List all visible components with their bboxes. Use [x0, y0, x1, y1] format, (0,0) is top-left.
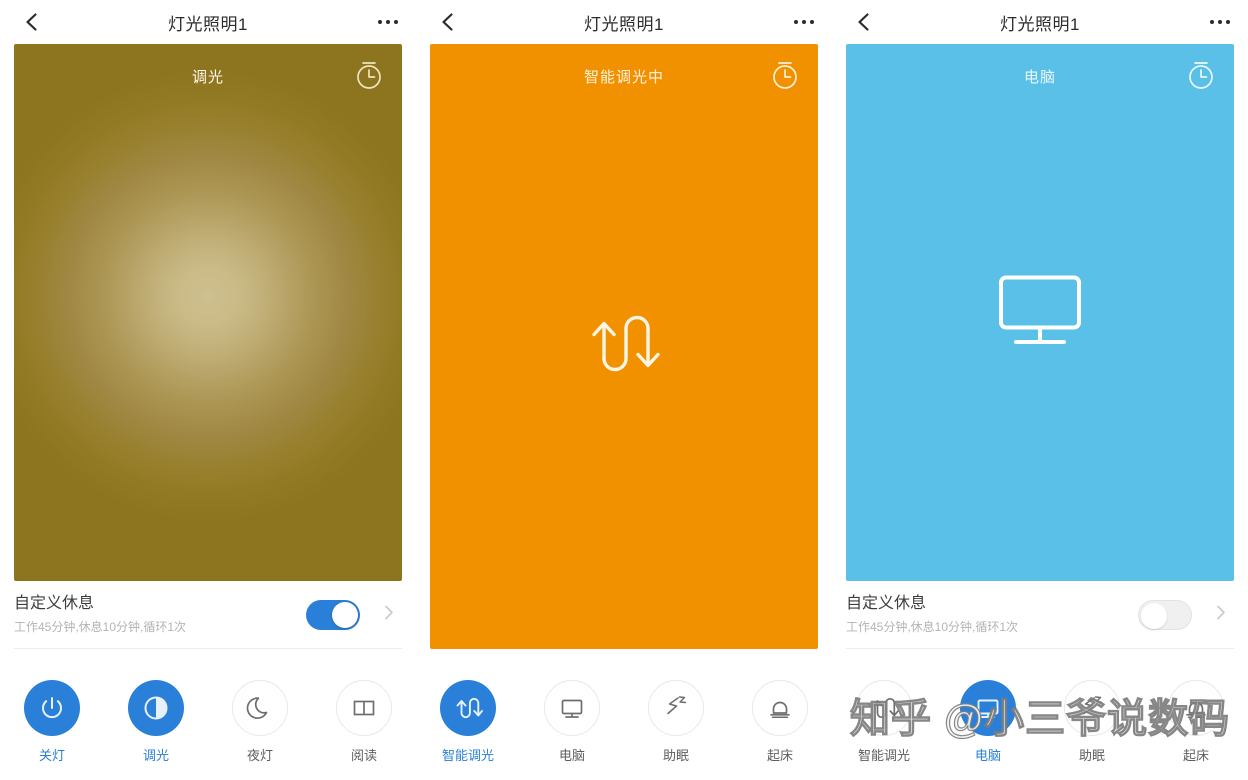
nav-bar: 灯光照明1: [0, 0, 416, 44]
stage-label: 调光: [191, 69, 224, 86]
chevron-left-icon[interactable]: [20, 10, 44, 34]
screenshot-root: 灯光照明1 调光 自定义休息 工作45分钟,休息10分钟,循环1次 关灯 调光 …: [0, 0, 1248, 780]
scene-label: 起床: [1182, 748, 1209, 763]
scene-button-night-light[interactable]: 夜灯: [208, 680, 312, 764]
scene-label: 电脑: [558, 748, 585, 763]
more-dots-icon[interactable]: [378, 20, 398, 24]
scene-label: 电脑: [974, 748, 1001, 763]
custom-rest-row[interactable]: 自定义休息 工作45分钟,休息10分钟,循环1次: [14, 581, 402, 649]
scene-button-computer[interactable]: 电脑: [936, 680, 1040, 764]
monitor-icon: [544, 680, 600, 736]
monitor-icon: [960, 680, 1016, 736]
scene-button-smart-dimming[interactable]: 智能调光: [832, 680, 936, 764]
timer-clock-icon[interactable]: [1184, 58, 1218, 97]
phone-screen-smart-dimming: 灯光照明1 智能调光中 智能调光 电脑 助眠 起床: [416, 0, 832, 780]
nav-bar: 灯光照明1: [416, 0, 832, 44]
sleep-zzz-icon: [1064, 680, 1120, 736]
scene-label: 智能调光: [857, 748, 910, 763]
custom-rest-texts: 自定义休息 工作45分钟,休息10分钟,循环1次: [846, 593, 1138, 636]
chevron-right-icon[interactable]: [1212, 603, 1230, 626]
chevron-left-icon[interactable]: [852, 10, 876, 34]
scene-button-computer[interactable]: 电脑: [520, 680, 624, 764]
timer-clock-icon[interactable]: [768, 58, 802, 97]
book-icon: [336, 680, 392, 736]
scene-bar: 智能调光 电脑 助眠 起床: [832, 668, 1248, 780]
scene-button-dimming[interactable]: 调光: [104, 680, 208, 764]
scene-label: 助眠: [1078, 748, 1105, 763]
light-stage-smart-dimming[interactable]: 智能调光中: [430, 44, 818, 649]
toggle-knob: [332, 601, 358, 628]
custom-rest-subtitle: 工作45分钟,休息10分钟,循环1次: [14, 620, 187, 634]
chevron-left-icon[interactable]: [436, 10, 460, 34]
phone-screen-computer: 灯光照明1 电脑 自定义休息 工作45分钟,休息10分钟,循环1次 智能调光 电…: [832, 0, 1248, 780]
scene-button-power[interactable]: 关灯: [0, 680, 104, 764]
phone-screen-dimming: 灯光照明1 调光 自定义休息 工作45分钟,休息10分钟,循环1次 关灯 调光 …: [0, 0, 416, 780]
scene-button-wakeup[interactable]: 起床: [728, 680, 832, 764]
scene-button-reading[interactable]: 阅读: [312, 680, 416, 764]
nav-bar: 灯光照明1: [832, 0, 1248, 44]
scene-button-wakeup[interactable]: 起床: [1144, 680, 1248, 764]
contrast-icon: [128, 680, 184, 736]
page-title: 灯光照明1: [584, 14, 664, 34]
sleep-zzz-icon: [648, 680, 704, 736]
scene-label: 关灯: [38, 748, 65, 763]
scene-label: 智能调光: [441, 748, 494, 763]
moon-icon: [232, 680, 288, 736]
scene-button-sleep[interactable]: 助眠: [624, 680, 728, 764]
timer-clock-icon[interactable]: [352, 58, 386, 97]
light-stage-dimming[interactable]: 调光: [14, 44, 402, 581]
bell-icon: [1168, 680, 1224, 736]
custom-rest-texts: 自定义休息 工作45分钟,休息10分钟,循环1次: [14, 593, 306, 636]
scene-label: 夜灯: [246, 748, 273, 763]
bell-icon: [752, 680, 808, 736]
page-title: 灯光照明1: [168, 14, 248, 34]
scene-label: 助眠: [662, 748, 689, 763]
chevron-right-icon[interactable]: [380, 603, 398, 626]
scene-bar: 智能调光 电脑 助眠 起床: [416, 668, 832, 780]
stage-label: 电脑: [1023, 69, 1056, 86]
smart-dimming-flow-icon: [440, 680, 496, 736]
scene-label: 调光: [142, 748, 169, 763]
toggle-knob: [1141, 602, 1167, 629]
more-dots-icon[interactable]: [794, 20, 814, 24]
smart-dimming-flow-icon: [582, 298, 666, 395]
custom-rest-row[interactable]: 自定义休息 工作45分钟,休息10分钟,循环1次: [846, 581, 1234, 649]
scene-label: 阅读: [350, 748, 377, 763]
custom-rest-subtitle: 工作45分钟,休息10分钟,循环1次: [846, 620, 1019, 634]
more-dots-icon[interactable]: [1210, 20, 1230, 24]
page-title: 灯光照明1: [1000, 14, 1080, 34]
custom-rest-title: 自定义休息: [14, 595, 95, 612]
custom-rest-title: 自定义休息: [846, 595, 927, 612]
scene-button-sleep[interactable]: 助眠: [1040, 680, 1144, 764]
custom-rest-toggle[interactable]: [306, 599, 360, 630]
monitor-icon: [994, 270, 1086, 355]
custom-rest-toggle[interactable]: [1138, 599, 1192, 630]
stage-label: 智能调光中: [583, 69, 664, 86]
scene-label: 起床: [766, 748, 793, 763]
light-stage-computer[interactable]: 电脑: [846, 44, 1234, 581]
power-icon: [24, 680, 80, 736]
scene-button-smart-dimming[interactable]: 智能调光: [416, 680, 520, 764]
smart-dimming-flow-icon: [856, 680, 912, 736]
scene-bar: 关灯 调光 夜灯 阅读: [0, 668, 416, 780]
